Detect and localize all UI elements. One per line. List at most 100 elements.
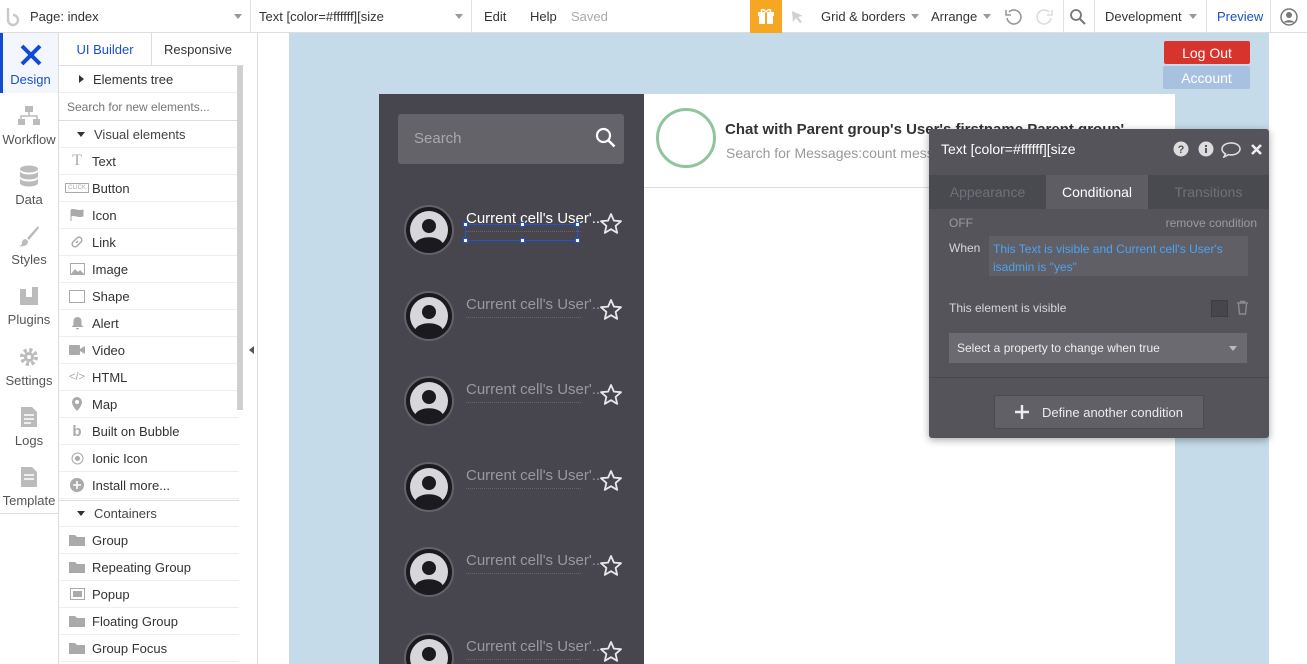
tab-appearance[interactable]: Appearance bbox=[929, 175, 1046, 209]
star-icon[interactable] bbox=[599, 212, 623, 236]
preview-link[interactable]: Preview bbox=[1217, 0, 1263, 33]
search-icon[interactable] bbox=[595, 127, 617, 149]
user-list-item[interactable]: Current cell's User'... bbox=[379, 347, 644, 432]
logout-button[interactable]: Log Out bbox=[1164, 41, 1250, 64]
gift-icon[interactable] bbox=[750, 0, 782, 33]
element-item-alert[interactable]: Alert bbox=[59, 310, 239, 337]
user-account-icon[interactable] bbox=[1280, 0, 1298, 33]
condition-off-toggle[interactable]: OFF bbox=[949, 216, 973, 230]
tab-transitions[interactable]: Transitions bbox=[1148, 175, 1269, 209]
chat-search-input[interactable]: Search bbox=[398, 114, 624, 164]
element-search-input[interactable] bbox=[59, 94, 239, 121]
star-icon[interactable] bbox=[599, 640, 623, 664]
grid-borders-menu[interactable]: Grid & borders bbox=[821, 0, 919, 33]
folder-icon bbox=[67, 615, 87, 627]
element-item-html[interactable]: </> HTML bbox=[59, 364, 239, 391]
element-item-ionic-icon[interactable]: Ionic Icon bbox=[59, 445, 239, 472]
star-icon[interactable] bbox=[599, 469, 623, 493]
element-item-floating-group[interactable]: Floating Group bbox=[59, 608, 239, 635]
star-icon[interactable] bbox=[599, 554, 623, 578]
arrange-menu[interactable]: Arrange bbox=[931, 0, 991, 33]
tab-responsive[interactable]: Responsive bbox=[152, 33, 244, 65]
collapse-panel-icon[interactable] bbox=[249, 346, 254, 354]
element-item-built-on-bubble[interactable]: b Built on Bubble bbox=[59, 418, 239, 445]
rail-item-styles[interactable]: Styles bbox=[0, 215, 58, 275]
element-item-map[interactable]: Map bbox=[59, 391, 239, 418]
rail-item-logs[interactable]: Logs bbox=[0, 396, 58, 456]
menu-help[interactable]: Help bbox=[530, 0, 557, 33]
user-subtitle-placeholder bbox=[466, 488, 581, 495]
element-selector[interactable]: Text [color=#ffffff][size bbox=[259, 0, 463, 33]
rail-item-data[interactable]: Data bbox=[0, 155, 58, 215]
comment-icon[interactable] bbox=[1221, 142, 1241, 158]
element-item-video[interactable]: Video bbox=[59, 337, 239, 364]
rail-item-workflow[interactable]: Workflow bbox=[0, 95, 58, 155]
element-label: Video bbox=[92, 342, 126, 358]
bubble-logo-icon[interactable] bbox=[2, 0, 26, 33]
property-name: This element is visible bbox=[949, 301, 1067, 315]
rail-item-template[interactable]: Template bbox=[0, 456, 58, 516]
element-item-button[interactable]: CLICK Button bbox=[59, 175, 239, 202]
property-checkbox[interactable] bbox=[1211, 300, 1228, 317]
star-icon[interactable] bbox=[599, 298, 623, 322]
element-item-shape[interactable]: Shape bbox=[59, 283, 239, 310]
environment-selector[interactable]: Development bbox=[1105, 0, 1197, 33]
rail-item-design[interactable]: Design bbox=[0, 33, 58, 93]
account-button[interactable]: Account bbox=[1163, 66, 1250, 89]
elements-tree-toggle[interactable]: Elements tree bbox=[59, 66, 239, 93]
star-icon[interactable] bbox=[599, 383, 623, 407]
tab-conditional[interactable]: Conditional bbox=[1046, 175, 1148, 209]
rail-item-plugins[interactable]: Plugins bbox=[0, 275, 58, 335]
tab-ui-builder[interactable]: UI Builder bbox=[59, 33, 152, 65]
undo-icon[interactable] bbox=[1004, 0, 1022, 33]
element-item-group-focus[interactable]: Group Focus bbox=[59, 635, 239, 662]
property-select-dropdown[interactable]: Select a property to change when true bbox=[949, 333, 1247, 363]
search-icon[interactable] bbox=[1069, 0, 1087, 33]
element-item-link[interactable]: Link bbox=[59, 229, 239, 256]
user-list-item[interactable]: Current cell's User'... bbox=[379, 262, 644, 347]
element-item-text[interactable]: T Text bbox=[59, 148, 239, 175]
element-item-popup[interactable]: Popup bbox=[59, 581, 239, 608]
save-status: Saved bbox=[571, 9, 608, 24]
chevron-down-icon bbox=[911, 14, 919, 19]
element-item-icon[interactable]: Icon bbox=[59, 202, 239, 229]
element-label: Group Focus bbox=[92, 640, 168, 656]
environment-label: Development bbox=[1105, 9, 1182, 24]
page-selector[interactable]: Page: index bbox=[30, 0, 246, 33]
user-list-item[interactable]: Current cell's User'... bbox=[379, 176, 644, 261]
button-icon: CLICK bbox=[65, 183, 89, 193]
condition-expression[interactable]: This Text is visible and Current cell's … bbox=[989, 236, 1248, 276]
when-label: When bbox=[949, 241, 981, 255]
svg-text:?: ? bbox=[1178, 144, 1185, 156]
avatar bbox=[404, 462, 454, 512]
property-inspector[interactable]: Text [color=#ffffff][size ? Appearance C… bbox=[929, 129, 1269, 438]
define-another-condition-button[interactable]: Define another condition bbox=[994, 395, 1204, 429]
element-item-group[interactable]: Group bbox=[59, 527, 239, 554]
user-list-item[interactable]: Current cell's User'... bbox=[379, 433, 644, 518]
chevron-down-icon bbox=[77, 131, 85, 137]
help-icon[interactable]: ? bbox=[1173, 141, 1189, 157]
element-item-install-more[interactable]: Install more... bbox=[59, 472, 239, 499]
remove-condition-link[interactable]: remove condition bbox=[1166, 216, 1257, 230]
rail-item-settings[interactable]: Settings bbox=[0, 336, 58, 396]
redo-icon[interactable] bbox=[1036, 0, 1054, 33]
close-icon[interactable] bbox=[1250, 143, 1263, 156]
panel-scrollbar[interactable] bbox=[237, 66, 243, 410]
pointer-icon[interactable] bbox=[790, 0, 806, 33]
chevron-down-icon bbox=[455, 14, 463, 19]
image-icon bbox=[67, 263, 87, 275]
element-item-image[interactable]: Image bbox=[59, 256, 239, 283]
panel-tabs: UI Builder Responsive bbox=[59, 33, 244, 66]
element-item-repeating-group[interactable]: Repeating Group bbox=[59, 554, 239, 581]
containers-section[interactable]: Containers bbox=[59, 500, 239, 527]
rail-label: Plugins bbox=[7, 312, 51, 327]
menu-edit[interactable]: Edit bbox=[484, 0, 506, 33]
trash-icon[interactable] bbox=[1236, 300, 1249, 315]
user-list-item[interactable]: Current cell's User'... bbox=[379, 518, 644, 603]
info-icon[interactable] bbox=[1198, 141, 1214, 157]
element-label: Icon bbox=[92, 207, 117, 223]
rail-label: Workflow bbox=[2, 132, 56, 147]
user-list-item[interactable]: Current cell's User'... bbox=[379, 604, 644, 664]
visual-elements-section[interactable]: Visual elements bbox=[59, 121, 239, 148]
selection-outline[interactable] bbox=[463, 222, 580, 243]
